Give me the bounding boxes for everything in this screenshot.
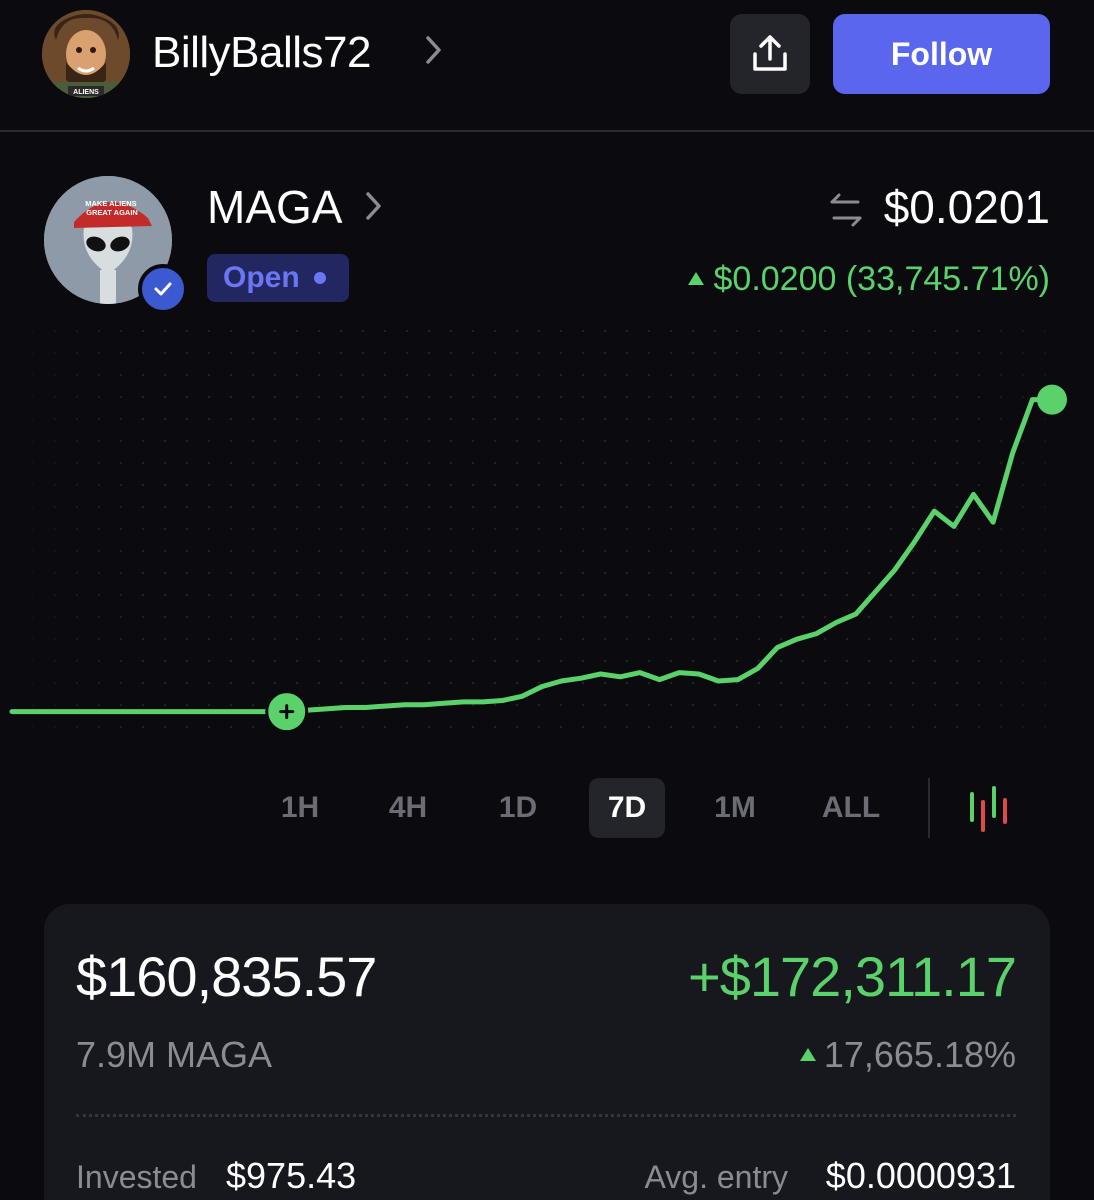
entry-marker[interactable] xyxy=(265,690,309,734)
position-holdings: 7.9M MAGA xyxy=(76,1034,273,1075)
avg-entry-value: $0.0000931 xyxy=(825,1155,1016,1196)
swap-arrows-icon[interactable] xyxy=(826,190,866,235)
verified-badge xyxy=(138,264,188,314)
token-name[interactable]: MAGA xyxy=(207,180,342,234)
tab-all[interactable]: ALL xyxy=(806,778,896,838)
aliens-guy-avatar-icon: ALIENS xyxy=(42,10,130,98)
up-triangle-icon xyxy=(687,271,704,285)
price-change: $0.0200 (33,745.71%) xyxy=(687,260,1050,299)
candlestick-chart-icon xyxy=(970,786,1007,832)
position-pnl: +$172,311.17 xyxy=(688,945,1017,1008)
verified-badge-icon xyxy=(154,282,172,296)
username[interactable]: BillyBalls72 xyxy=(152,28,371,78)
current-price-dot xyxy=(1037,384,1067,415)
profile-header: ALIENS BillyBalls72 Follow xyxy=(0,0,1094,132)
up-triangle-icon xyxy=(799,1047,816,1061)
position-value: $160,835.57 xyxy=(76,945,377,1008)
tab-1h[interactable]: 1H xyxy=(262,778,338,838)
chart-grid-fade xyxy=(0,320,1094,760)
avg-entry-label: Avg. entry xyxy=(644,1159,788,1195)
position-pnl-percent: 17,665.18% xyxy=(799,1034,1016,1076)
status-text: Open xyxy=(223,261,300,294)
token-chevron-right-icon[interactable] xyxy=(364,188,384,233)
tabs-divider xyxy=(928,778,930,838)
hat-text: MAKE ALIENS GREAT AGAIN xyxy=(85,199,138,217)
price-change-percent: (33,745.71%) xyxy=(845,260,1050,298)
position-card: $160,835.57 +$172,311.17 7.9M MAGA 17,66… xyxy=(44,904,1050,1200)
follow-button[interactable]: Follow xyxy=(833,14,1050,94)
tab-7d[interactable]: 7D xyxy=(589,778,665,838)
invested-label: Invested xyxy=(76,1159,197,1195)
tab-4h[interactable]: 4H xyxy=(370,778,446,838)
share-button[interactable] xyxy=(730,14,810,94)
invested-value: $975.43 xyxy=(226,1155,357,1196)
card-divider xyxy=(76,1114,1016,1117)
avatar-caption: ALIENS xyxy=(73,89,99,96)
price-chart[interactable] xyxy=(0,320,1094,760)
tab-1d[interactable]: 1D xyxy=(480,778,556,838)
pnl-percent-value: 17,665.18% xyxy=(823,1034,1016,1075)
share-upload-icon xyxy=(753,35,787,71)
timeframe-tabs: 1H 4H 1D 7D 1M ALL xyxy=(0,778,1094,842)
user-avatar[interactable]: ALIENS xyxy=(42,10,130,98)
status-dot xyxy=(313,272,326,284)
status-badge: Open xyxy=(207,254,349,302)
token-price: $0.0201 xyxy=(883,181,1050,233)
candlestick-chart-button[interactable] xyxy=(962,784,1018,832)
price-change-amount: $0.0200 xyxy=(713,260,837,298)
token-position-screen: ALIENS BillyBalls72 Follow MAKE ALIENS G… xyxy=(0,0,1094,1200)
tab-1m[interactable]: 1M xyxy=(697,778,773,838)
chevron-right-icon[interactable] xyxy=(424,32,444,77)
